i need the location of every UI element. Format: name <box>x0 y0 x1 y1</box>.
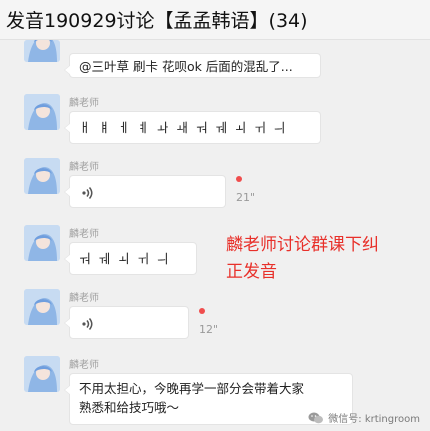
voice-icon <box>82 318 93 330</box>
wechat-icon <box>308 412 324 423</box>
message-text: ㅐ ㅒ ㅔ ㅖ ㅘ ㅙ ㅝ ㅞ ㅚ ㅟ ㅢ <box>79 120 288 135</box>
chat-title: 发音190929讨论【孟孟韩语】(34) <box>6 10 308 32</box>
voice-duration: 12" <box>199 323 219 336</box>
annotation-line: 正发音 <box>226 262 277 282</box>
watermark-label: 微信号: krtingroom <box>328 414 420 425</box>
avatar[interactable] <box>24 289 60 325</box>
message-text-line: 不用太担心，今晚再学一部分会带着大家 <box>79 381 305 396</box>
watermark: 微信号: krtingroom <box>308 410 420 425</box>
message-text: @三叶草 刷卡 花呗ok 后面的混乱了... <box>79 59 293 74</box>
sender-name: 麟老师 <box>69 229 99 240</box>
voice-message-bubble[interactable] <box>64 175 226 208</box>
avatar[interactable] <box>24 158 60 194</box>
message-text: ㅝ ㅞ ㅚ ㅟ ㅢ <box>79 251 171 266</box>
unread-dot <box>236 176 242 182</box>
sender-name: 麟老师 <box>69 293 99 304</box>
sender-name: 麟老师 <box>69 162 99 173</box>
avatar[interactable] <box>24 40 60 62</box>
avatar[interactable] <box>24 225 60 261</box>
voice-icon <box>82 187 93 199</box>
message-bubble[interactable]: ㅝ ㅞ ㅚ ㅟ ㅢ <box>64 242 197 275</box>
sender-name: 麟老师 <box>69 360 99 371</box>
unread-dot <box>199 308 205 314</box>
annotation: 麟老师讨论群课下纠 正发音 <box>226 232 426 286</box>
message-text-line: 熟悉和给技巧哦～ <box>79 400 180 415</box>
message-bubble[interactable]: @三叶草 刷卡 花呗ok 后面的混乱了... <box>64 53 321 78</box>
message-bubble[interactable]: ㅐ ㅒ ㅔ ㅖ ㅘ ㅙ ㅝ ㅞ ㅚ ㅟ ㅢ <box>64 111 321 144</box>
chat-header: 发音190929讨论【孟孟韩语】(34) <box>0 0 430 40</box>
avatar[interactable] <box>24 356 60 392</box>
voice-duration: 21" <box>236 191 256 204</box>
sender-name: 麟老师 <box>69 98 99 109</box>
avatar[interactable] <box>24 94 60 130</box>
voice-message-bubble[interactable] <box>64 306 189 339</box>
annotation-line: 麟老师讨论群课下纠 <box>226 235 379 255</box>
